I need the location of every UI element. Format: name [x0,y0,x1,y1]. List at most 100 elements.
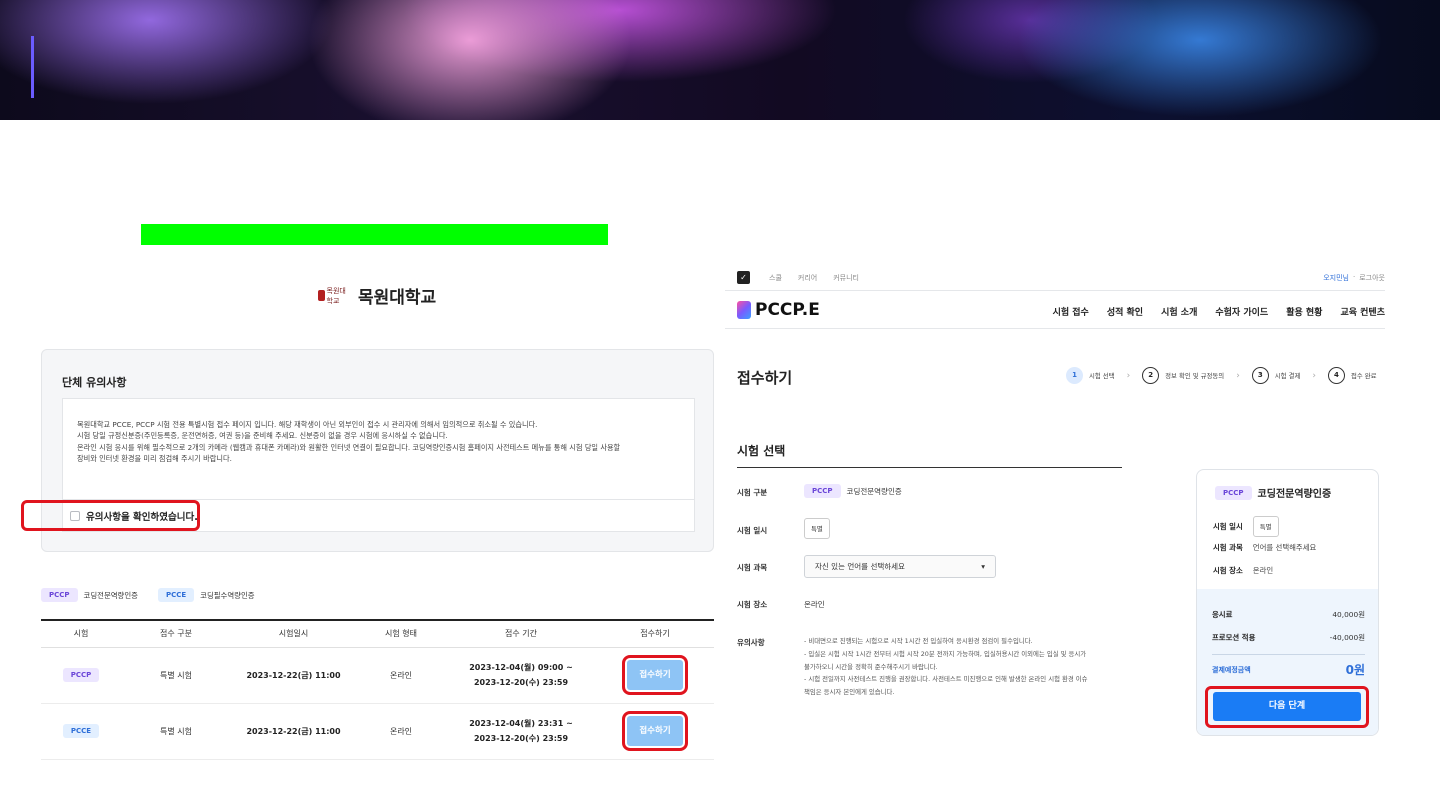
highlight-bar [141,224,608,245]
step-3-number: 3 [1251,367,1269,384]
fee-value: 40,000원 [1332,610,1365,619]
summary-place-value: 온라인 [1252,566,1274,575]
top-link-school[interactable]: 스쿨 [769,273,782,283]
notice-line: 장비와 인터넷 환경을 미리 점검해 주시기 바랍니다. [77,454,232,464]
user-name[interactable]: 오지민님 [1323,273,1349,283]
summary-place-label: 시험 장소 [1213,566,1243,575]
category-value: PCCP 코딩전문역량인증 [804,484,902,498]
top-link-community[interactable]: 커뮤니티 [833,273,859,283]
category-tag: PCCP [804,484,841,498]
total-row: 결제예정금액 0원 [1212,661,1365,678]
total-label: 결제예정금액 [1212,665,1251,674]
step-2-number: 2 [1142,367,1160,384]
apply-button[interactable]: 접수하기 [622,655,688,695]
total-value: 0원 [1345,663,1365,677]
user-menu: 오지민님 · 로그아웃 [1323,273,1385,283]
banner-accent-bar [31,36,34,98]
legend-tag-pcce: PCCE [157,588,195,602]
menu-item-about[interactable]: 시험 소개 [1161,305,1197,318]
notice-title: 단체 유의사항 [62,376,127,389]
col-type: 접수 구분 [121,619,231,648]
next-step-button[interactable]: 다음 단계 [1213,692,1361,721]
row-date: 2023-12-22(금) 11:00 [231,647,356,704]
main-menu: 시험 접수 성적 확인 시험 소개 수험자 가이드 활용 현황 교육 컨텐츠 [1053,305,1385,318]
row-type: 특별 시험 [121,703,231,760]
col-mode: 시험 형태 [356,619,446,648]
top-link-career[interactable]: 커리어 [798,273,817,283]
section-title: 시험 선택 [737,444,786,458]
note-line: 불가하오니 시간을 정확히 준수해주시기 바랍니다. [804,662,938,671]
row-mode: 온라인 [356,703,446,760]
summary-title: 코딩전문역량인증 [1257,489,1332,500]
summary-date-chip: 특별 [1252,516,1279,537]
category-text: 코딩전문역량인증 [846,486,902,496]
notice-text: 목원대학교 PCCE, PCCP 시험 전용 특별시험 접수 페이지 입니다. … [77,419,687,465]
step-indicator: 1 시험 선택 › 2 정보 확인 및 규정동의 › 3 시험 결제 › 4 접… [1066,367,1377,384]
pccpe-logo-icon [737,301,751,319]
row-type: 특별 시험 [121,647,231,704]
step-4-number: 4 [1327,367,1345,384]
summary-date-label: 시험 일시 [1213,522,1243,531]
site-logo[interactable]: PCCP.E [737,300,820,320]
divider [1212,654,1365,655]
caret-down-icon: ▾ [981,562,985,571]
notice-line: 온라인 시험 응시를 위해 필수적으로 2개의 카메라 (웹캠과 휴대폰 카메라… [77,442,621,452]
confirm-checkbox-row[interactable]: 유의사항을 확인하였습니다. [70,509,198,523]
apply-button[interactable]: 접수하기 [622,711,688,751]
grepp-logo-icon[interactable]: ✓ [737,271,750,284]
user-separator: · [1353,273,1356,281]
exam-tag: PCCP [62,668,100,682]
summary-subject-row: 시험 과목 언어를 선택해주세요 [1213,542,1316,553]
menu-item-usage[interactable]: 활용 현황 [1286,305,1322,318]
university-header: 목원대학교 목원대학교 [318,283,436,308]
table-row: PCCP 특별 시험 2023-12-22(금) 11:00 온라인 2023-… [41,647,714,704]
top-utility-nav: ✓ 스쿨 커리어 커뮤니티 오지민님 · 로그아웃 [737,270,1385,286]
university-name: 목원대학교 [358,288,437,308]
step-1-number: 1 [1066,367,1083,384]
chevron-right-icon: › [1312,370,1316,381]
promo-label: 프로모션 적용 [1212,633,1256,642]
chevron-right-icon: › [1126,370,1131,381]
step-1-label: 시험 선택 [1089,372,1115,380]
row-date: 2023-12-22(금) 11:00 [231,703,356,760]
logout-link[interactable]: 로그아웃 [1359,273,1385,283]
legend-label-pcce: 코딩필수역량인증 [200,590,255,600]
summary-tag: PCCP [1215,485,1252,500]
menu-item-guide[interactable]: 수험자 가이드 [1215,305,1268,318]
legend-label-pccp: 코딩전문역량인증 [83,590,138,600]
menu-item-results[interactable]: 성적 확인 [1107,305,1143,318]
subject-label: 시험 과목 [737,563,768,572]
summary-subject-value: 언어를 선택해주세요 [1252,543,1317,552]
category-label: 시험 구분 [737,488,768,497]
promo-row: 프로모션 적용 -40,000원 [1212,632,1365,643]
subject-select[interactable]: 자신 있는 언어를 선택하세요 ▾ [804,555,996,578]
col-exam: 시험 [41,619,121,648]
confirm-checkbox[interactable] [70,511,80,521]
step-3-label: 시험 결제 [1274,372,1301,380]
top-links: 스쿨 커리어 커뮤니티 [769,273,859,283]
date-chip[interactable]: 특별 [804,518,830,539]
page-title: 접수하기 [737,369,793,387]
date-label: 시험 일시 [737,526,768,535]
menu-item-register[interactable]: 시험 접수 [1053,305,1089,318]
promo-value: -40,000원 [1329,633,1365,642]
notes-list: - 비대면으로 진행되는 시험으로 시작 1시간 전 입실하여 응시환경 점검이… [804,635,1114,699]
menu-item-education[interactable]: 교육 컨텐츠 [1340,305,1385,318]
summary-subject-label: 시험 과목 [1213,543,1243,552]
row-period: 2023-12-04(월) 23:31 ~2023-12-20(수) 23:59 [446,703,596,760]
fee-label: 응시료 [1212,610,1233,619]
note-line: 책임은 응시자 본인에게 있습니다. [804,688,895,697]
step-4-label: 접수 완료 [1350,372,1377,380]
col-apply: 접수하기 [596,619,714,648]
date-value: 특별 [804,518,830,539]
legend-tag-pccp: PCCP [41,588,78,602]
divider [737,467,1122,468]
table-header-row: 시험 접수 구분 시험일시 시험 형태 접수 기간 접수하기 [41,619,714,648]
table-row: PCCE 특별 시험 2023-12-22(금) 11:00 온라인 2023-… [41,703,714,760]
note-line: - 시험 전일까지 사전테스트 진행을 권장합니다. 사전테스트 미진행으로 인… [804,675,1088,684]
step-2-label: 정보 확인 및 규정동의 [1165,372,1225,380]
note-line: - 입실은 시험 시작 1시간 전부터 시험 시작 20분 전까지 가능하며, … [804,649,1087,658]
divider [725,328,1385,329]
confirm-label[interactable]: 유의사항을 확인하였습니다. [86,509,198,523]
place-label: 시험 장소 [737,600,768,609]
